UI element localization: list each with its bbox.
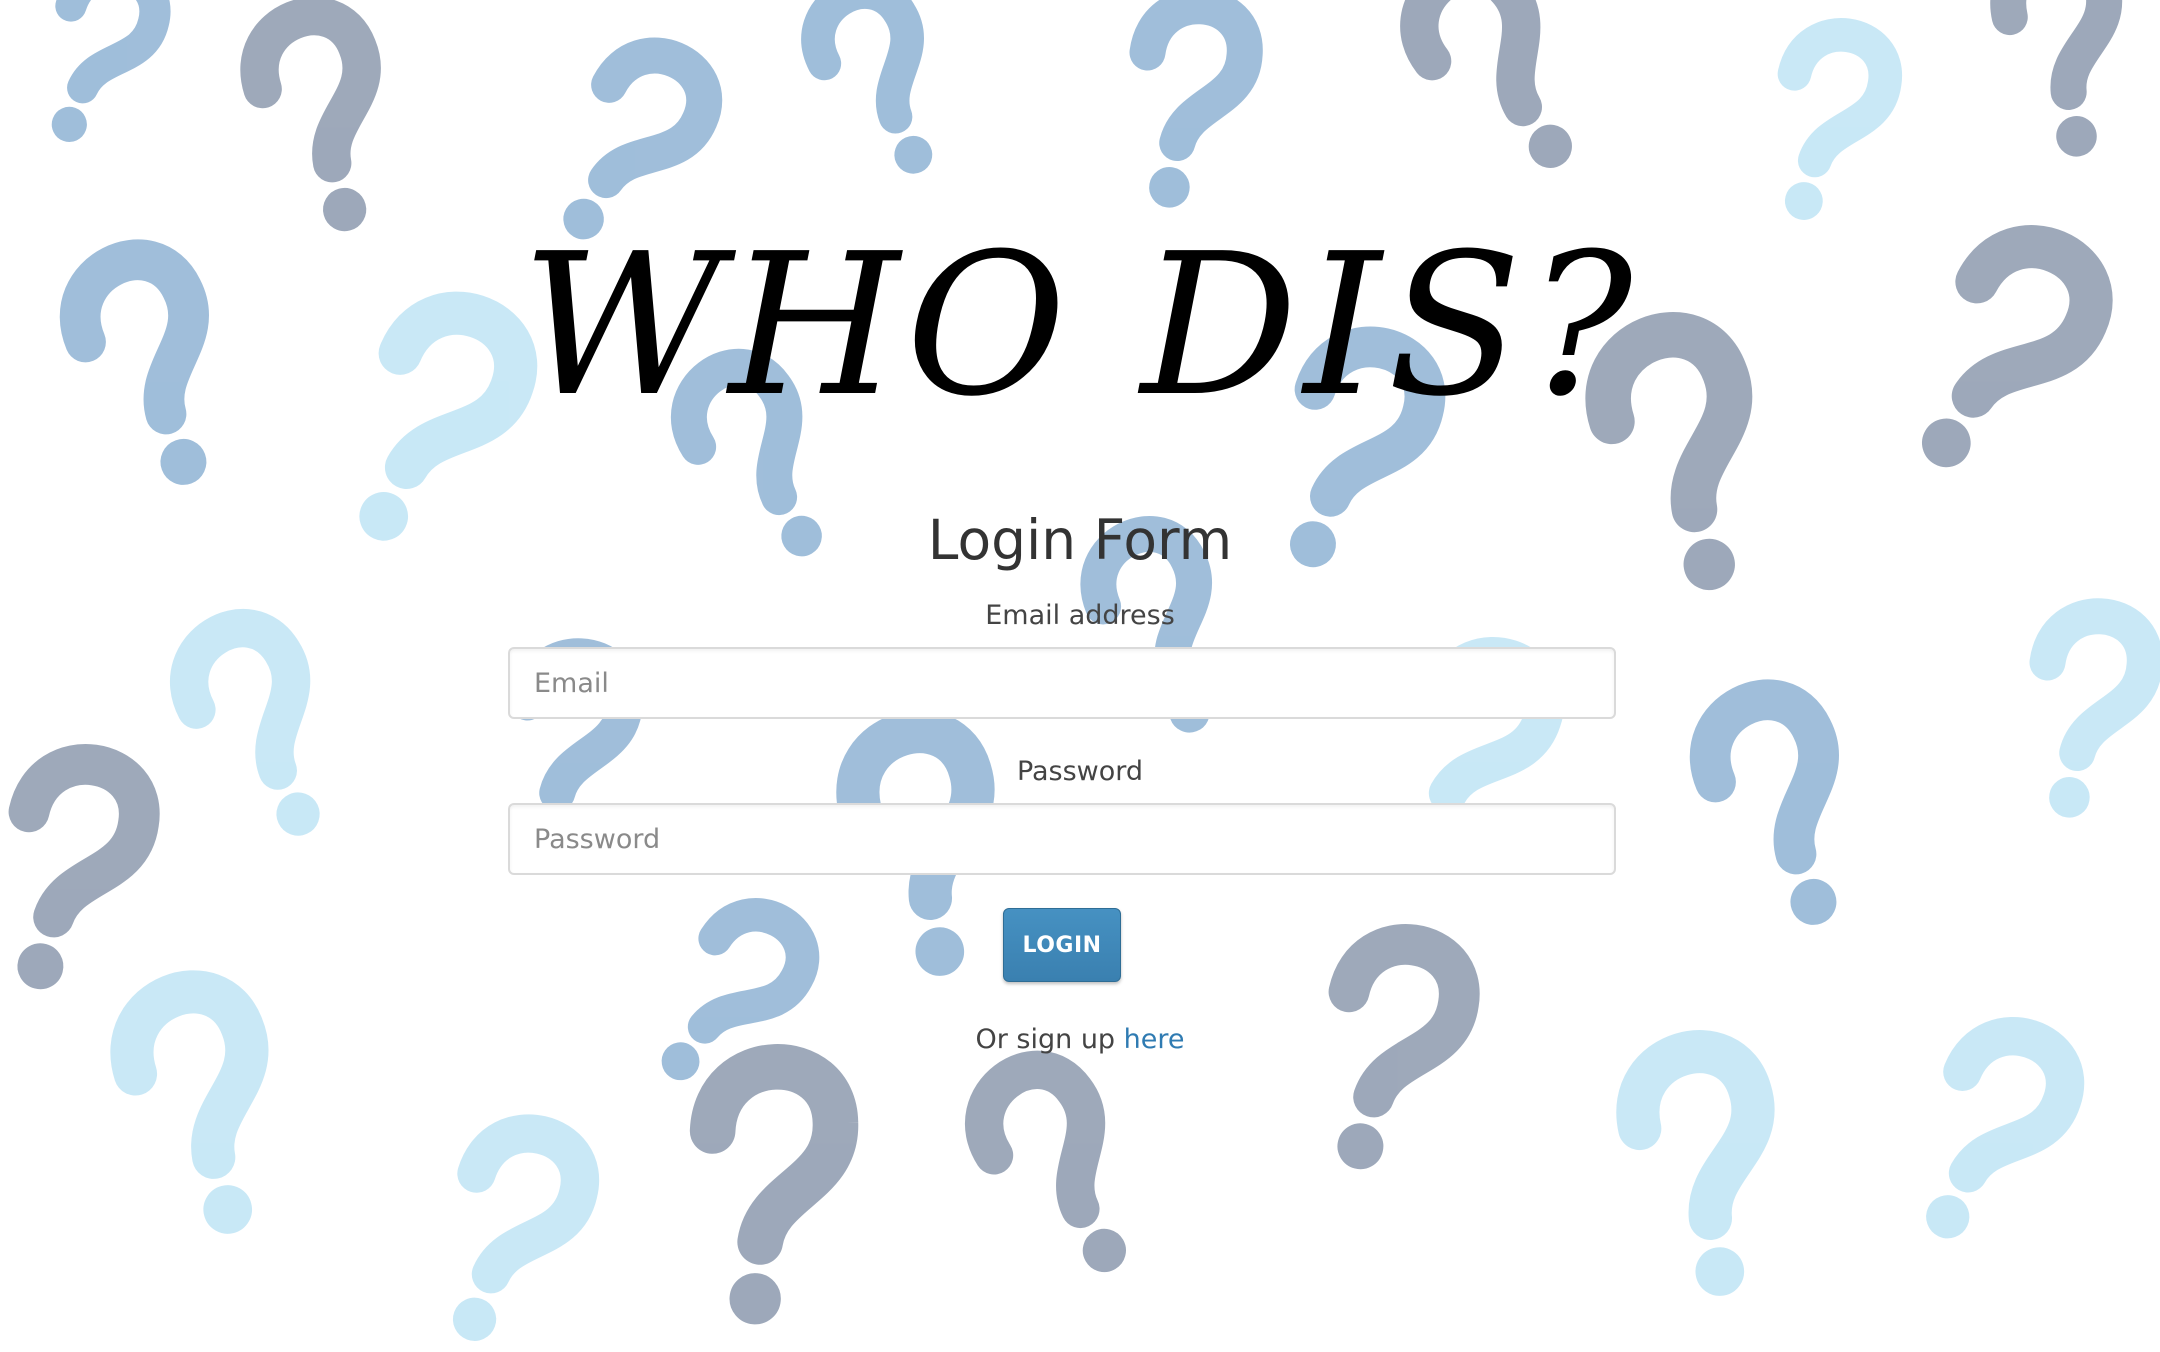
- signup-prompt: Or sign up here: [0, 1024, 2160, 1055]
- login-button[interactable]: LOGIN: [1003, 908, 1121, 982]
- email-field[interactable]: [508, 647, 1616, 719]
- signup-link[interactable]: here: [1124, 1024, 1185, 1055]
- brand-title: WHO DIS?: [521, 212, 1639, 440]
- email-label: Email address: [985, 600, 1175, 631]
- password-label: Password: [1016, 756, 1144, 787]
- signup-prefix-text: Or sign up: [975, 1024, 1116, 1055]
- form-heading: Login Form: [927, 508, 1233, 572]
- password-field[interactable]: [508, 803, 1616, 875]
- login-page: WHO DIS? Login Form Email address Passwo…: [0, 0, 2160, 1352]
